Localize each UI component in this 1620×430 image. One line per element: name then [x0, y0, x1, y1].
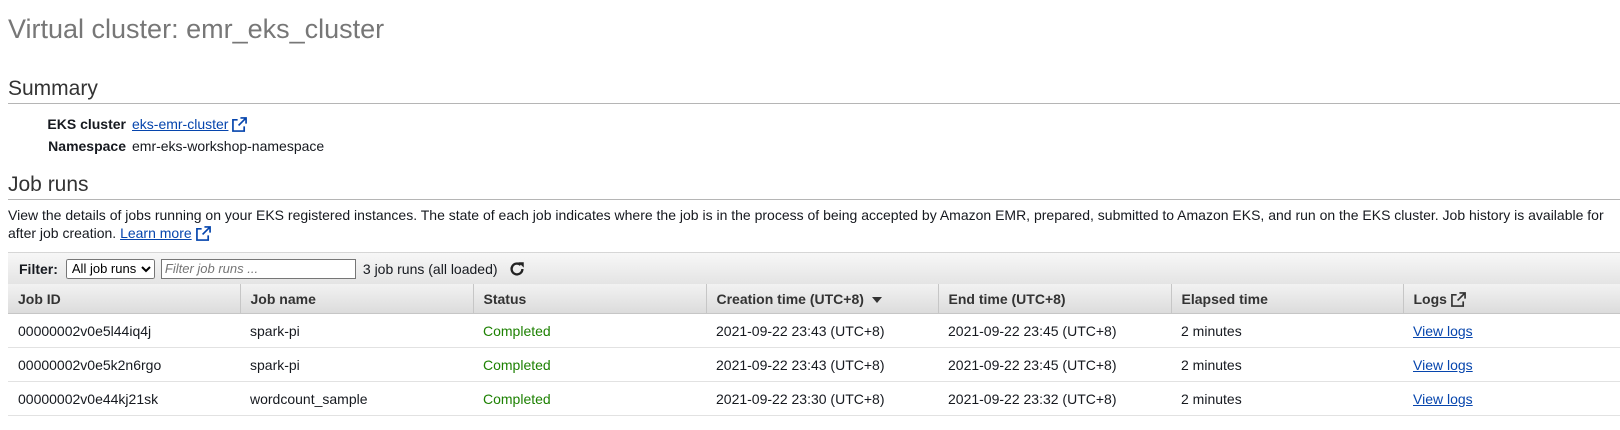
- column-header-end-time[interactable]: End time (UTC+8): [938, 284, 1172, 314]
- end-time-cell: 2021-09-22 23:45 (UTC+8): [938, 347, 1171, 382]
- creation-time-cell: 2021-09-22 23:43 (UTC+8): [706, 313, 938, 348]
- eks-cluster-row: EKS cluster eks-emr-cluster: [0, 116, 248, 132]
- job-name-cell: wordcount_sample: [240, 381, 473, 416]
- creation-time-cell: 2021-09-22 23:43 (UTC+8): [706, 347, 938, 382]
- eks-cluster-label: EKS cluster: [47, 116, 126, 132]
- status-cell: Completed: [473, 313, 706, 348]
- description-line-2-text: after job creation.: [8, 225, 117, 241]
- job-id-cell: 00000002v0e5k2n6rgo: [8, 347, 240, 382]
- logs-cell: View logs: [1403, 381, 1620, 416]
- status-cell: Completed: [473, 347, 706, 382]
- table-header-row: Job ID Job name Status Creation time (UT…: [8, 284, 1620, 314]
- external-link-icon: [1451, 291, 1466, 307]
- column-header-logs-label: Logs: [1413, 290, 1447, 307]
- filter-bar: Filter: All job runs 3 job runs (all loa…: [8, 252, 1620, 284]
- filter-label: Filter:: [19, 260, 58, 277]
- namespace-label: Namespace: [48, 138, 126, 154]
- external-link-icon[interactable]: [232, 117, 248, 132]
- job-name-cell: spark-pi: [240, 347, 473, 382]
- namespace-value: emr-eks-workshop-namespace: [132, 138, 325, 154]
- table-row: 00000002v0e44kj21sk wordcount_sample Com…: [8, 381, 1620, 416]
- column-header-status[interactable]: Status: [473, 284, 707, 314]
- creation-time-cell: 2021-09-22 23:30 (UTC+8): [706, 381, 938, 416]
- sort-descending-icon[interactable]: [871, 296, 882, 303]
- namespace-row: Namespace emr-eks-workshop-namespace: [0, 138, 324, 154]
- job-id-cell: 00000002v0e5l44iq4j: [8, 313, 240, 348]
- job-runs-description: View the details of jobs running on your…: [8, 206, 1620, 242]
- job-runs-table: Job ID Job name Status Creation time (UT…: [8, 284, 1620, 416]
- column-header-job-id[interactable]: Job ID: [8, 284, 241, 314]
- elapsed-time-cell: 2 minutes: [1171, 347, 1403, 382]
- end-time-cell: 2021-09-22 23:32 (UTC+8): [938, 381, 1171, 416]
- logs-cell: View logs: [1403, 347, 1620, 382]
- refresh-icon[interactable]: [508, 260, 526, 278]
- column-header-elapsed-time[interactable]: Elapsed time: [1171, 284, 1404, 314]
- job-runs-heading: Job runs: [8, 173, 1620, 201]
- view-logs-link[interactable]: View logs: [1413, 357, 1473, 373]
- description-line-1: View the details of jobs running on your…: [8, 207, 1604, 223]
- description-line-2: after job creation. Learn more: [8, 224, 1620, 242]
- end-time-cell: 2021-09-22 23:45 (UTC+8): [938, 313, 1171, 348]
- status-cell: Completed: [473, 381, 706, 416]
- job-runs-count: 3 job runs (all loaded): [362, 260, 498, 277]
- column-header-creation-time-label: Creation time (UTC+8): [716, 290, 864, 307]
- column-header-job-name[interactable]: Job name: [240, 284, 474, 314]
- page-title: Virtual cluster: emr_eks_cluster: [8, 14, 385, 44]
- summary-heading: Summary: [8, 77, 1620, 105]
- column-header-logs[interactable]: Logs: [1403, 284, 1620, 314]
- job-name-cell: spark-pi: [240, 313, 473, 348]
- logs-cell: View logs: [1403, 313, 1620, 348]
- elapsed-time-cell: 2 minutes: [1171, 381, 1403, 416]
- eks-cluster-link[interactable]: eks-emr-cluster: [132, 116, 228, 132]
- view-logs-link[interactable]: View logs: [1413, 323, 1473, 339]
- external-link-icon[interactable]: [195, 226, 211, 241]
- job-id-cell: 00000002v0e44kj21sk: [8, 381, 240, 416]
- table-row: 00000002v0e5l44iq4j spark-pi Completed 2…: [8, 313, 1620, 348]
- table-row: 00000002v0e5k2n6rgo spark-pi Completed 2…: [8, 347, 1620, 382]
- column-header-creation-time[interactable]: Creation time (UTC+8): [706, 284, 939, 314]
- filter-job-runs-input[interactable]: [160, 258, 356, 279]
- elapsed-time-cell: 2 minutes: [1171, 313, 1403, 348]
- view-logs-link[interactable]: View logs: [1413, 391, 1473, 407]
- learn-more-link[interactable]: Learn more: [120, 225, 192, 241]
- job-runs-filter-select[interactable]: All job runs: [65, 258, 155, 279]
